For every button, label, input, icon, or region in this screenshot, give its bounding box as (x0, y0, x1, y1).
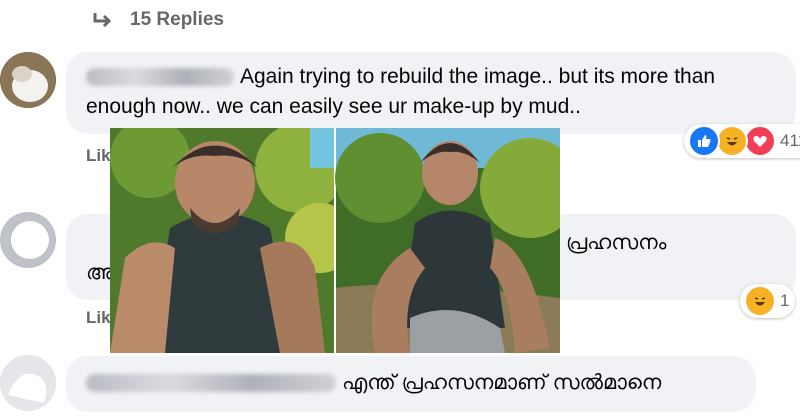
reaction-count: 1 (780, 291, 790, 310)
commenter-name-blurred[interactable] (86, 68, 234, 87)
reaction-summary[interactable]: 1 (740, 284, 796, 318)
like-action[interactable]: Lik (86, 308, 111, 328)
haha-reaction-icon (716, 125, 748, 157)
haha-reaction-icon (744, 285, 776, 317)
like-reaction-icon (688, 125, 720, 157)
replies-count-label: 15 Replies (130, 9, 224, 30)
reaction-summary[interactable]: 411 (684, 124, 800, 158)
reply-arrow-icon (93, 13, 112, 28)
avatar[interactable] (0, 52, 56, 108)
view-replies-link[interactable]: 15 Replies (92, 6, 224, 34)
avatar[interactable] (0, 355, 56, 411)
comment-bubble: എന്ത് പ്രഹസനമാണ് സൽമാനെ (66, 356, 756, 412)
like-action[interactable]: Lik (86, 146, 111, 166)
avatar[interactable] (0, 212, 56, 268)
comment-text: പ്രഹസനം (566, 231, 667, 254)
commenter-name-blurred[interactable] (86, 374, 336, 393)
comment-text: എന്ത് പ്രഹസനമാണ് സൽമാനെ (342, 371, 662, 394)
reaction-count: 411 (780, 131, 800, 150)
comment-bubble: Again trying to rebuild the image.. but … (66, 52, 796, 134)
love-reaction-icon (744, 125, 776, 157)
overlay-photo-collage (110, 128, 560, 353)
